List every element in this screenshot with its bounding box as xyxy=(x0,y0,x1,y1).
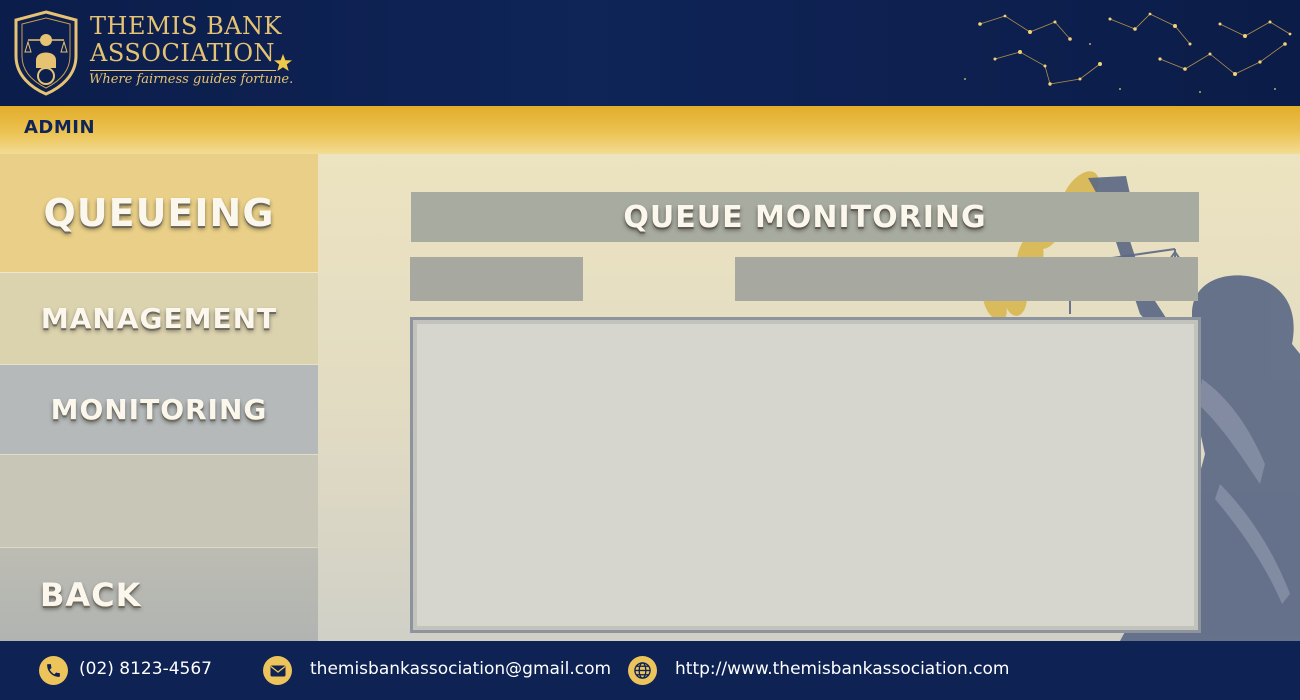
sidebar-item-label: MONITORING xyxy=(50,393,268,426)
admin-label: ADMIN xyxy=(24,117,96,138)
sidebar-item-label: QUEUEING xyxy=(43,191,275,235)
sidebar-item-management[interactable]: MANAGEMENT xyxy=(0,272,318,364)
brand-name-line2: ASSOCIATION xyxy=(90,39,275,67)
admin-bar xyxy=(0,106,1300,154)
back-button[interactable]: BACK xyxy=(0,547,318,641)
star-icon xyxy=(274,54,292,71)
globe-icon xyxy=(628,656,657,685)
brand-name: THEMIS BANK ASSOCIATION xyxy=(90,13,282,67)
footer-email[interactable]: themisbankassociation@gmail.com xyxy=(310,659,611,679)
page-title: QUEUE MONITORING xyxy=(623,199,987,235)
mail-icon xyxy=(263,656,292,685)
footer-phone: (02) 8123-4567 xyxy=(79,659,212,679)
constellation-decoration xyxy=(964,12,1292,93)
brand-name-line1: THEMIS BANK xyxy=(90,12,282,40)
brand-tagline: Where fairness guides fortune. xyxy=(89,72,294,87)
brand-divider xyxy=(90,70,276,71)
queue-field-left xyxy=(410,257,583,301)
header: THEMIS BANK ASSOCIATION Where fairness g… xyxy=(0,0,1300,106)
sidebar-item-label: MANAGEMENT xyxy=(40,302,278,335)
sidebar-item-queueing[interactable]: QUEUEING xyxy=(0,154,318,272)
queue-monitor-panel xyxy=(410,317,1201,633)
back-button-label: BACK xyxy=(40,575,142,614)
footer-website[interactable]: http://www.themisbankassociation.com xyxy=(675,659,1010,679)
queue-field-right xyxy=(735,257,1198,301)
phone-icon xyxy=(39,656,68,685)
themis-shield-logo xyxy=(14,10,78,96)
sidebar-item-monitoring[interactable]: MONITORING xyxy=(0,364,318,454)
page-title-bar: QUEUE MONITORING xyxy=(411,192,1199,242)
sidebar-item-empty xyxy=(0,454,318,547)
